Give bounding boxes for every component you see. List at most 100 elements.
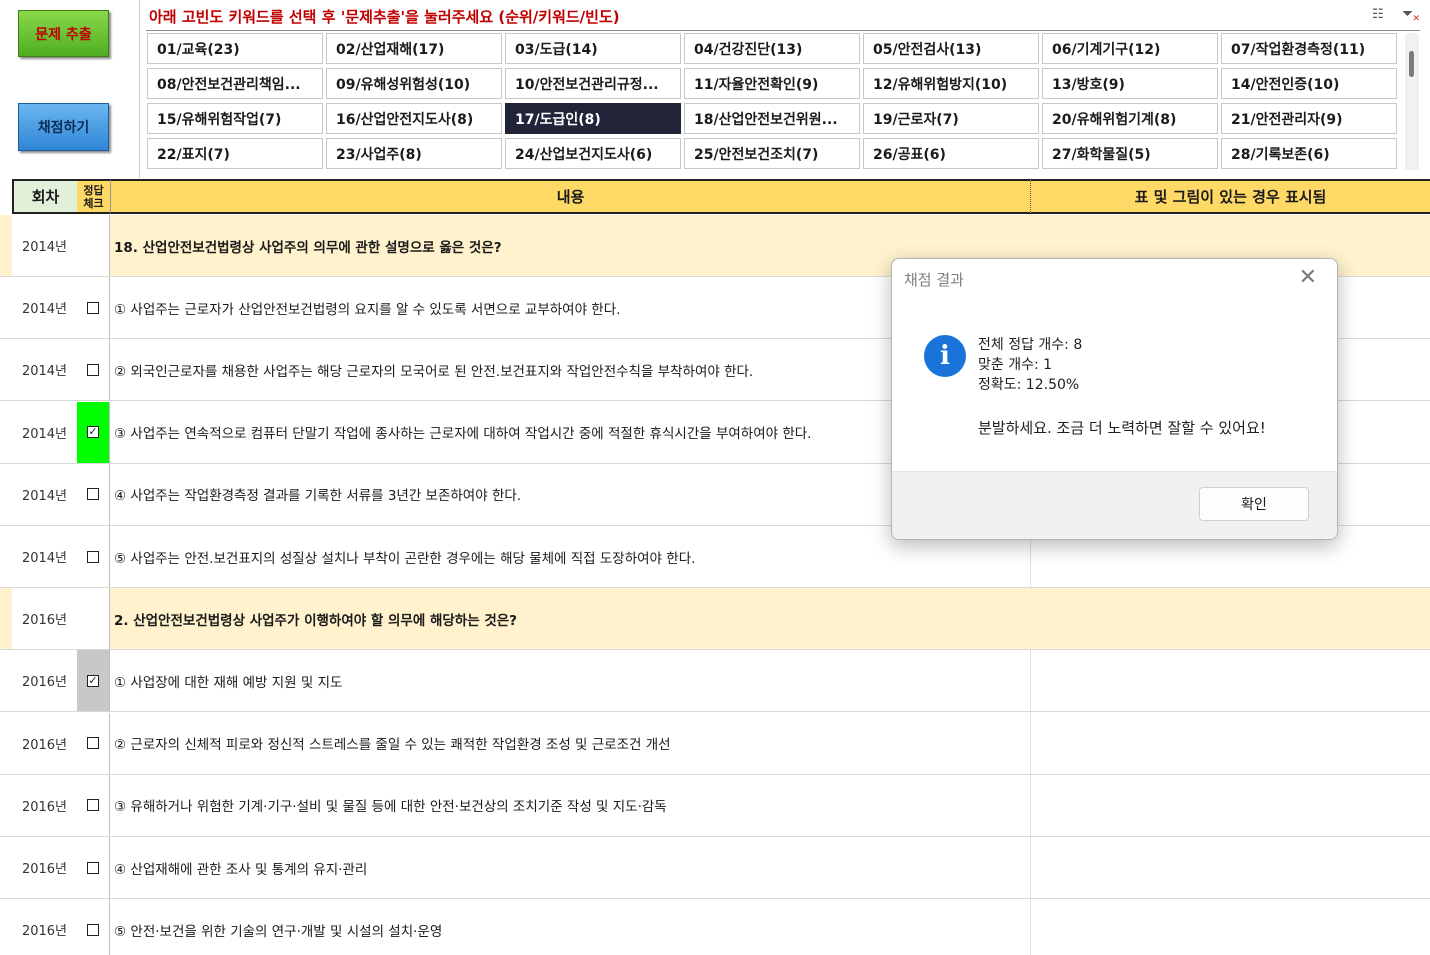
round-cell: 2016년 (12, 774, 77, 836)
option-row: 2016년 ④ 산업재해에 관한 조사 및 통계의 유지·관리 (0, 837, 1430, 899)
keyword-button[interactable]: 05/안전검사(13) (863, 33, 1039, 64)
round-cell: 2014년 (12, 401, 77, 463)
keyword-button[interactable]: 10/안전보건관리규정... (505, 68, 681, 99)
keyword-button[interactable]: 02/산업재해(17) (326, 33, 502, 64)
round-cell: 2016년 (12, 712, 77, 774)
round-cell: 2014년 (12, 339, 77, 401)
note-cell (1030, 837, 1430, 898)
keyword-button[interactable]: 27/화학물질(5) (1042, 138, 1218, 169)
answer-check-cell: ✓ (77, 650, 110, 712)
keyword-button[interactable]: 12/유해위험방지(10) (863, 68, 1039, 99)
keyword-button[interactable]: 22/표지(7) (147, 138, 323, 169)
keyword-button[interactable]: 18/산업안전보건위원... (684, 103, 860, 134)
keyword-button[interactable]: 20/유해위험기계(8) (1042, 103, 1218, 134)
divider (139, 0, 140, 178)
option-text: ⑤ 안전·보건을 위한 기술의 연구·개발 및 시설의 설치·운영 (114, 923, 443, 940)
round-cell: 2014년 (12, 526, 77, 587)
keyword-button[interactable]: 08/안전보건관리책임... (147, 68, 323, 99)
answer-checkbox[interactable] (87, 799, 99, 812)
extract-questions-button[interactable]: 문제 추출 (18, 10, 109, 57)
answer-checkbox[interactable] (87, 488, 99, 501)
column-header-check-line1: 정답 (83, 183, 104, 197)
round-cell: 2014년 (12, 215, 77, 276)
column-header-check-line2: 체크 (83, 196, 104, 210)
answer-checkbox[interactable] (87, 363, 99, 376)
option-text: ② 근로자의 신체적 피로와 정신적 스트레스를 줄일 수 있는 쾌적한 작업환… (114, 737, 671, 754)
answer-check-cell (77, 712, 110, 774)
checked-checkbox[interactable]: ✓ (87, 674, 99, 687)
answer-checkbox[interactable] (87, 923, 99, 936)
note-cell (1030, 650, 1430, 712)
ok-button[interactable]: 확인 (1199, 487, 1309, 521)
scrollbar-thumb[interactable] (1409, 51, 1414, 77)
round-cell: 2016년 (12, 650, 77, 712)
option-row: 2016년 ② 근로자의 신체적 피로와 정신적 스트레스를 줄일 수 있는 쾌적… (0, 712, 1430, 775)
dialog-message: 분발하세요. 조금 더 노력하면 잘할 수 있어요! (978, 419, 1266, 437)
info-icon: i (924, 335, 966, 377)
keyword-button[interactable]: 15/유해위험작업(7) (147, 103, 323, 134)
column-header-note: 표 및 그림이 있는 경우 표시됨 (1030, 179, 1430, 214)
keyword-button[interactable]: 09/유해성위험성(10) (326, 68, 502, 99)
keyword-button[interactable]: 06/기계기구(12) (1042, 33, 1218, 64)
round-cell: 2014년 (12, 277, 77, 339)
grading-result-dialog: 채점 결과 ✕ i 전체 정답 개수: 8 맞춘 개수: 1 정확도: 12.5… (891, 258, 1338, 540)
note-cell (1030, 588, 1430, 650)
round-cell: 2016년 (12, 837, 77, 898)
accuracy-text: 정확도: 12.50% (978, 377, 1080, 393)
keyword-button[interactable]: 11/자율안전확인(9) (684, 68, 860, 99)
divider (146, 30, 1420, 31)
keyword-button[interactable]: 26/공표(6) (863, 138, 1039, 169)
side-panel: 문제 추출 채점하기 (0, 0, 140, 178)
option-text: ⑤ 사업주는 안전.보건표지의 성질상 설치나 부착이 곤란한 경우에는 해당 … (114, 550, 696, 567)
answer-check-cell (77, 526, 110, 587)
keyword-button[interactable]: 19/근로자(7) (863, 103, 1039, 134)
option-text: ④ 사업주는 작업환경측정 결과를 기록한 서류를 3년간 보존하여야 한다. (114, 488, 522, 505)
keyword-button[interactable]: 04/건강진단(13) (684, 33, 860, 64)
question-row: 2016년 2. 산업안전보건법령상 사업주가 이행하여야 할 의무에 해당하는 … (0, 588, 1430, 651)
keyword-button[interactable]: 07/작업환경측정(11) (1221, 33, 1397, 64)
keyword-button[interactable]: 14/안전인증(10) (1221, 68, 1397, 99)
clear-filter-icon[interactable]: ⏷ ✕ (1402, 6, 1420, 24)
round-cell: 2016년 (12, 899, 77, 955)
close-icon[interactable]: ✕ (1299, 267, 1317, 289)
keyword-button[interactable]: 03/도급(14) (505, 33, 681, 64)
multi-select-icon[interactable]: ☷ (1372, 7, 1390, 23)
note-cell (1030, 774, 1430, 836)
option-text: ① 사업장에 대한 재해 예방 지원 및 지도 (114, 674, 343, 691)
option-text: ② 외국인근로자를 채용한 사업주는 해당 근로자의 모국어로 된 안전.보건표… (114, 363, 754, 380)
dialog-title: 채점 결과 (904, 271, 964, 289)
option-text: ④ 산업재해에 관한 조사 및 통계의 유지·관리 (114, 861, 368, 878)
answer-check-cell (77, 774, 110, 836)
keyword-button[interactable]: 25/안전보건조치(7) (684, 138, 860, 169)
keyword-button[interactable]: 16/산업안전지도사(8) (326, 103, 502, 134)
answer-check-cell (77, 588, 110, 650)
note-cell (1030, 712, 1430, 774)
answer-checkbox[interactable] (87, 550, 99, 563)
option-row: 2016년 ③ 유해하거나 위험한 기계·기구·설비 및 물질 등에 대한 안전·… (0, 774, 1430, 837)
keyword-button[interactable]: 01/교육(23) (147, 33, 323, 64)
keyword-button[interactable]: 28/기록보존(6) (1221, 138, 1397, 169)
keyword-button[interactable]: 13/방호(9) (1042, 68, 1218, 99)
column-header-content: 내용 (110, 179, 1030, 214)
checked-checkbox[interactable]: ✓ (87, 426, 99, 439)
keyword-button[interactable]: 17/도급인(8) (505, 103, 681, 134)
note-cell (1030, 899, 1430, 955)
dialog-footer: 확인 (892, 471, 1337, 539)
answer-check-cell (77, 899, 110, 955)
grade-button[interactable]: 채점하기 (18, 103, 109, 151)
answer-checkbox[interactable] (87, 301, 99, 314)
answer-checkbox[interactable] (87, 861, 99, 874)
keyword-button[interactable]: 21/안전관리자(9) (1221, 103, 1397, 134)
keyword-button[interactable]: 24/산업보건지도사(6) (505, 138, 681, 169)
question-text: 2. 산업안전보건법령상 사업주가 이행하여야 할 의무에 해당하는 것은? (114, 612, 518, 629)
answer-checkbox[interactable] (87, 737, 99, 750)
keyword-scrollbar[interactable] (1405, 33, 1419, 170)
correct-count-text: 맞춘 개수: 1 (978, 357, 1053, 373)
answer-check-cell (77, 277, 110, 339)
option-row: 2016년 ✓ ① 사업장에 대한 재해 예방 지원 및 지도 (0, 650, 1430, 713)
answer-check-cell (77, 837, 110, 898)
keyword-button[interactable]: 23/사업주(8) (326, 138, 502, 169)
question-text: 18. 산업안전보건법령상 사업주의 의무에 관한 설명으로 옳은 것은? (114, 239, 502, 256)
column-header-round: 회차 (12, 179, 77, 214)
keyword-slicer: 01/교육(23) 02/산업재해(17) 03/도급(14) 04/건강진단(13)… (147, 33, 1401, 170)
